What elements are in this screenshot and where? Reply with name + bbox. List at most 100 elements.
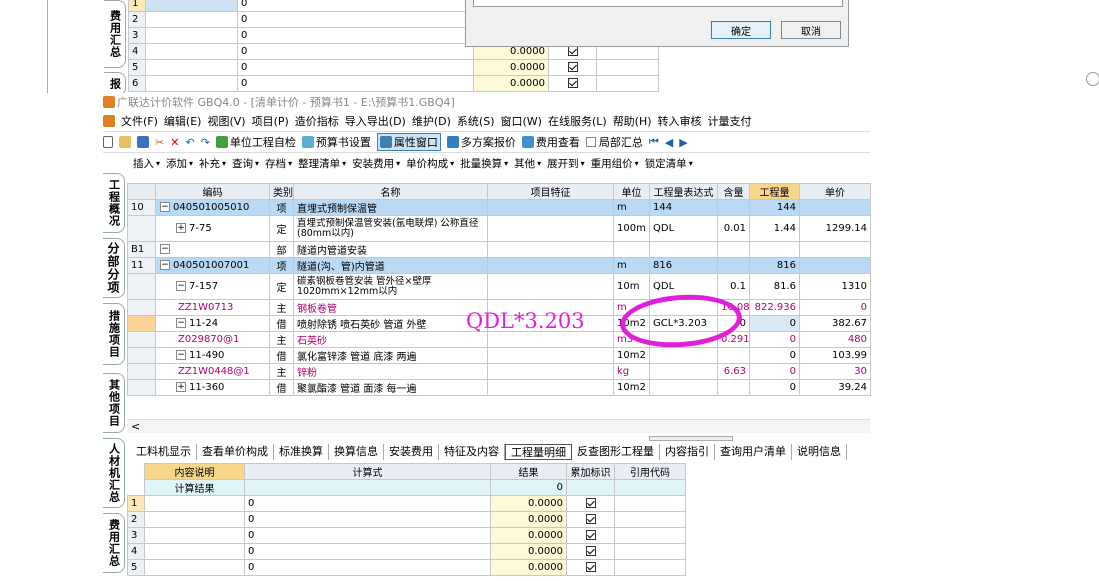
desc-cell[interactable]: [145, 0, 238, 12]
detail-row[interactable]: 2 0 0.0000: [127, 511, 686, 528]
bottom-tab[interactable]: 换算信息: [329, 444, 384, 460]
bottom-tab[interactable]: 内容指引: [660, 444, 715, 460]
menu-item[interactable]: 在线服务(L): [548, 113, 607, 129]
toolbar-edit-item[interactable]: 存档 ▾: [265, 156, 292, 171]
grid-price-cell[interactable]: 103.99: [799, 347, 871, 364]
grid-code-cell[interactable]: −7-157: [155, 273, 270, 300]
grid-feature-cell[interactable]: [487, 331, 614, 348]
bottom-tab[interactable]: 工程量明细: [505, 444, 572, 460]
toolbar-edit-item[interactable]: 添加 ▾: [166, 156, 193, 171]
grid-qty-cell[interactable]: 0: [749, 347, 800, 364]
grid-price-cell[interactable]: 30: [799, 363, 871, 380]
menu-item[interactable]: 项目(P): [252, 113, 289, 129]
grid-name-cell[interactable]: 聚氯酯漆 管道 面漆 每一遍: [293, 379, 488, 396]
detail-accumulate-cell[interactable]: [566, 559, 615, 576]
menu-item[interactable]: 计量支付: [708, 113, 752, 129]
grid-header-cell[interactable]: 单价: [799, 183, 871, 200]
grid-code-cell[interactable]: −: [155, 241, 270, 258]
grid-ratio-cell[interactable]: [717, 379, 750, 396]
bottom-tab[interactable]: 说明信息: [792, 444, 847, 460]
grid-feature-cell[interactable]: [487, 241, 614, 258]
new-icon[interactable]: [103, 136, 113, 148]
desc-cell[interactable]: [145, 59, 238, 76]
grid-feature-cell[interactable]: [487, 199, 614, 216]
grid-feature-cell[interactable]: [487, 363, 614, 380]
grid-header-cell[interactable]: 单位: [613, 183, 650, 200]
expand-icon[interactable]: +: [176, 382, 186, 392]
bottom-tab[interactable]: 工料机显示: [131, 444, 197, 460]
grid-price-cell[interactable]: 1299.14: [799, 215, 871, 242]
grid-name-cell[interactable]: 碳素钢板卷管安装 管外径×壁厚 1020mm×12mm以内: [293, 273, 488, 300]
grid-expr-cell[interactable]: [649, 379, 718, 396]
grid-row[interactable]: B1− 部隧道内管道安装: [127, 241, 871, 258]
collapse-icon[interactable]: −: [176, 318, 186, 328]
toolbar-self-check[interactable]: 单位工程自检: [215, 134, 296, 150]
grid-code-cell[interactable]: +7-75: [155, 215, 270, 242]
nav-prev-icon[interactable]: ◀: [665, 136, 673, 149]
collapse-icon[interactable]: −: [176, 281, 186, 291]
accumulate-cell[interactable]: [548, 59, 597, 76]
toolbar-property-window[interactable]: 属性窗口: [376, 133, 441, 151]
grid-code-cell[interactable]: Z029870@1: [155, 331, 270, 348]
left-tab[interactable]: 其他项目: [103, 373, 125, 433]
grid-name-cell[interactable]: 钢板卷管: [293, 299, 488, 316]
ok-button[interactable]: 确定: [711, 21, 771, 39]
toolbar-budget-settings[interactable]: 预算书设置: [301, 134, 371, 150]
bottom-tab[interactable]: 标准换算: [274, 444, 329, 460]
grid-qty-cell[interactable]: [749, 241, 800, 258]
toolbar-edit-item[interactable]: 安装费用 ▾: [352, 156, 400, 171]
redo-icon[interactable]: ↷: [201, 136, 210, 149]
menu-item[interactable]: 导入导出(D): [345, 113, 406, 129]
toolbar-edit-item[interactable]: 整理清单 ▾: [298, 156, 346, 171]
detail-desc-cell[interactable]: [144, 559, 245, 576]
menu-item[interactable]: 窗口(W): [501, 113, 542, 129]
grid-name-cell[interactable]: 喷射除锈 喷石英砂 管道 外壁: [293, 315, 488, 332]
grid-code-cell[interactable]: −040501007001: [155, 257, 270, 274]
grid-qty-cell[interactable]: 0: [749, 315, 800, 332]
left-tab[interactable]: 费用汇总: [103, 513, 125, 573]
grid-price-cell[interactable]: 0: [799, 299, 871, 316]
detail-desc-cell[interactable]: [144, 543, 245, 560]
bottom-tab[interactable]: 特征及内容: [439, 444, 505, 460]
vtab-fee-summary-top[interactable]: 费用汇总: [104, 0, 126, 68]
detail-header-cell[interactable]: 累加标识: [566, 463, 615, 480]
grid-ratio-cell[interactable]: 0.01: [717, 215, 750, 242]
grid-expr-cell[interactable]: [649, 241, 718, 258]
bottom-tab[interactable]: 安装费用: [384, 444, 439, 460]
grid-code-cell[interactable]: ZZ1W0448@1: [155, 363, 270, 380]
splitter-handle[interactable]: [649, 436, 733, 441]
grid-code-cell[interactable]: −11-490: [155, 347, 270, 364]
vtab-report-top[interactable]: 报: [104, 72, 126, 93]
detail-desc-cell[interactable]: [144, 495, 245, 512]
grid-name-cell[interactable]: 氯化富锌漆 管道 底漆 两遍: [293, 347, 488, 364]
grid-header-cell[interactable]: 编码: [155, 183, 270, 200]
grid-feature-cell[interactable]: [487, 215, 614, 242]
grid-header-cell[interactable]: 工程量: [749, 183, 800, 200]
grid-price-cell[interactable]: [799, 257, 871, 274]
formula-cell[interactable]: 0: [237, 27, 474, 44]
detail-header-cell[interactable]: 内容说明: [144, 463, 245, 480]
checkbox-icon[interactable]: [585, 562, 596, 572]
detail-ref-cell[interactable]: [614, 527, 686, 544]
menu-item[interactable]: 文件(F): [121, 113, 158, 129]
grid-feature-cell[interactable]: [487, 273, 614, 300]
detail-header-cell[interactable]: 引用代码: [614, 463, 686, 480]
menu-item[interactable]: 编辑(E): [164, 113, 202, 129]
detail-formula-cell[interactable]: 0: [244, 511, 491, 528]
detail-ref-cell[interactable]: [614, 511, 686, 528]
toolbar-edit-item[interactable]: 重用组价 ▾: [591, 156, 639, 171]
formula-cell[interactable]: 0: [237, 59, 474, 76]
detail-ref-cell[interactable]: [614, 559, 686, 576]
cut-icon[interactable]: ✂: [155, 136, 164, 149]
grid-ratio-cell[interactable]: [717, 199, 750, 216]
grid-row[interactable]: ZZ1W0448@1 主锌粉 kg 6.63 0 30: [127, 363, 871, 380]
toolbar-edit-item[interactable]: 单价构成 ▾: [406, 156, 454, 171]
ref-code-cell[interactable]: [596, 75, 659, 92]
toolbar-partial-summary[interactable]: 局部汇总: [585, 134, 643, 150]
detail-ref-cell[interactable]: [614, 495, 686, 512]
cancel-button[interactable]: 取消: [781, 21, 841, 39]
grid-price-cell[interactable]: 39.24: [799, 379, 871, 396]
detail-row[interactable]: 1 0 0.0000: [127, 495, 686, 512]
menu-item[interactable]: 系统(S): [457, 113, 495, 129]
horizontal-scrollbar[interactable]: <: [127, 419, 870, 433]
